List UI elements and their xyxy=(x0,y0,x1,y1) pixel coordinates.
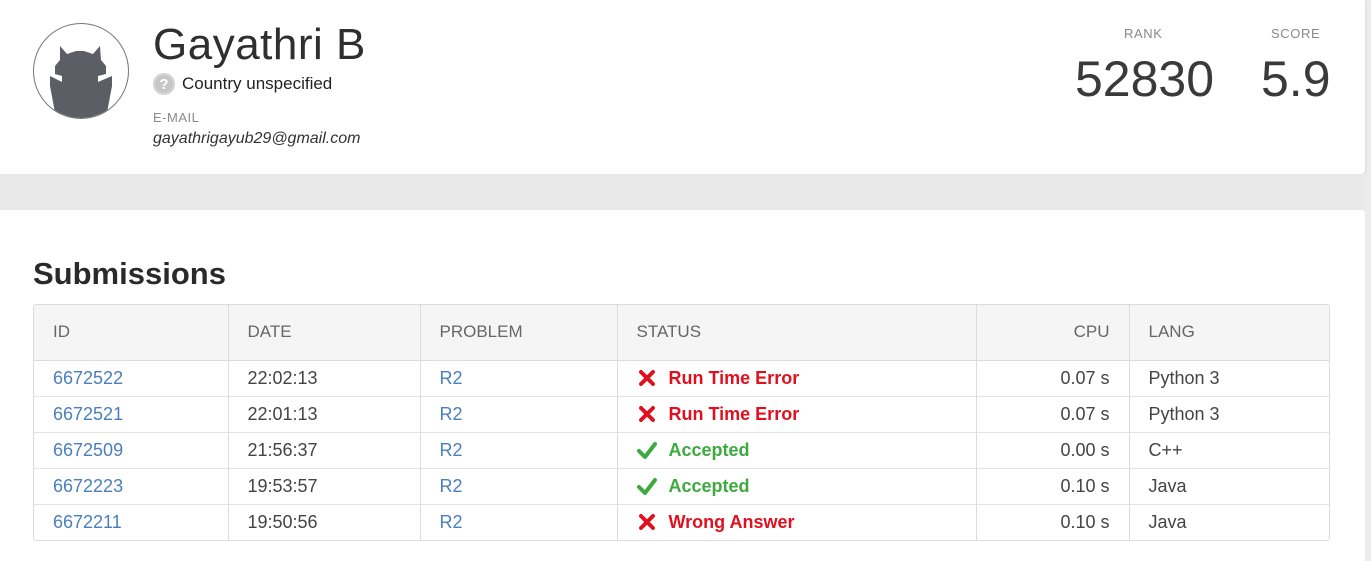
submission-date: 19:50:56 xyxy=(228,503,421,540)
submission-status: Run Time Error xyxy=(637,404,957,425)
page-background xyxy=(0,174,1365,210)
user-name: Gayathri B xyxy=(153,20,366,69)
table-row: 6672509 21:56:37 R2 Accepted 0.00 s C++ xyxy=(34,431,1329,468)
country-text: Country unspecified xyxy=(182,74,333,93)
country-row: ? Country unspecified xyxy=(153,72,332,96)
column-header-problem[interactable]: PROBLEM xyxy=(420,305,618,361)
cross-icon xyxy=(637,512,669,532)
problem-link[interactable]: R2 xyxy=(440,368,463,388)
cat-avatar-icon xyxy=(50,46,112,118)
submission-cpu: 0.00 s xyxy=(976,431,1130,468)
submission-status: Run Time Error xyxy=(637,368,957,389)
column-header-lang[interactable]: LANG xyxy=(1129,305,1329,361)
rank-value: 52830 xyxy=(1075,51,1215,107)
rank-label: RANK xyxy=(1124,26,1163,41)
submissions-table: ID DATE PROBLEM STATUS CPU LANG 6672522 2… xyxy=(33,304,1330,541)
score-value: 5.9 xyxy=(1261,51,1331,107)
avatar xyxy=(33,23,129,119)
status-text: Run Time Error xyxy=(668,403,800,424)
submission-lang: C++ xyxy=(1129,431,1329,468)
table-row: 6672223 19:53:57 R2 Accepted 0.10 s Java xyxy=(34,467,1329,504)
submission-cpu: 0.07 s xyxy=(976,395,1130,432)
column-header-date[interactable]: DATE xyxy=(228,305,421,361)
table-row: 6672521 22:01:13 R2 Run Time Error 0.07 s Pyt… xyxy=(34,395,1329,432)
column-header-id[interactable]: ID xyxy=(34,305,229,361)
check-icon xyxy=(636,440,669,460)
submission-id-link[interactable]: 6672522 xyxy=(53,368,123,388)
column-header-status[interactable]: STATUS xyxy=(617,305,977,361)
submission-id-link[interactable]: 6672509 xyxy=(53,440,123,460)
submission-cpu: 0.07 s xyxy=(976,360,1130,396)
table-row: 6672211 19:50:56 R2 Wrong Answer 0.10 s Java xyxy=(34,503,1329,540)
problem-link[interactable]: R2 xyxy=(440,512,463,532)
submission-id-link[interactable]: 6672223 xyxy=(53,476,123,496)
submission-status: Accepted xyxy=(636,475,957,497)
submissions-card: Submissions ID DATE PROBLEM STATUS CPU L… xyxy=(0,210,1365,561)
submission-status: Accepted xyxy=(636,439,957,461)
score-label: SCORE xyxy=(1271,26,1321,41)
email-label: E-MAIL xyxy=(153,110,200,125)
status-text: Accepted xyxy=(668,439,750,460)
profile-card: Gayathri B ? Country unspecified E-MAIL … xyxy=(0,0,1365,174)
problem-link[interactable]: R2 xyxy=(440,440,463,460)
cross-icon xyxy=(637,404,669,424)
submission-date: 19:53:57 xyxy=(228,467,421,504)
problem-link[interactable]: R2 xyxy=(440,404,463,424)
submission-date: 21:56:37 xyxy=(228,431,421,468)
question-icon: ? xyxy=(153,73,175,95)
status-text: Run Time Error xyxy=(668,367,800,388)
submission-date: 22:02:13 xyxy=(228,360,421,396)
status-text: Wrong Answer xyxy=(668,511,795,532)
submission-lang: Python 3 xyxy=(1148,367,1220,388)
submission-lang: Java xyxy=(1129,467,1329,504)
submission-lang: Java xyxy=(1129,503,1329,540)
submission-cpu: 0.10 s xyxy=(976,467,1130,504)
submission-id-link[interactable]: 6672521 xyxy=(53,404,123,424)
submission-id-link[interactable]: 6672211 xyxy=(53,512,122,532)
check-icon xyxy=(636,476,669,496)
cross-icon xyxy=(637,368,669,388)
column-header-cpu[interactable]: CPU xyxy=(976,305,1130,361)
submission-cpu: 0.10 s xyxy=(976,503,1130,540)
email-value: gayathrigayub29@gmail.com xyxy=(153,130,361,147)
submission-lang: Python 3 xyxy=(1129,395,1329,432)
submission-date: 22:01:13 xyxy=(228,395,421,432)
problem-link[interactable]: R2 xyxy=(440,476,463,496)
submissions-title: Submissions xyxy=(33,256,226,291)
table-row: 6672522 22:02:13 R2 Run Time Error 0.07 s Pyt… xyxy=(34,360,1329,396)
table-header-row: ID DATE PROBLEM STATUS CPU LANG xyxy=(34,305,1329,361)
submission-status: Wrong Answer xyxy=(637,512,957,533)
status-text: Accepted xyxy=(668,475,750,496)
